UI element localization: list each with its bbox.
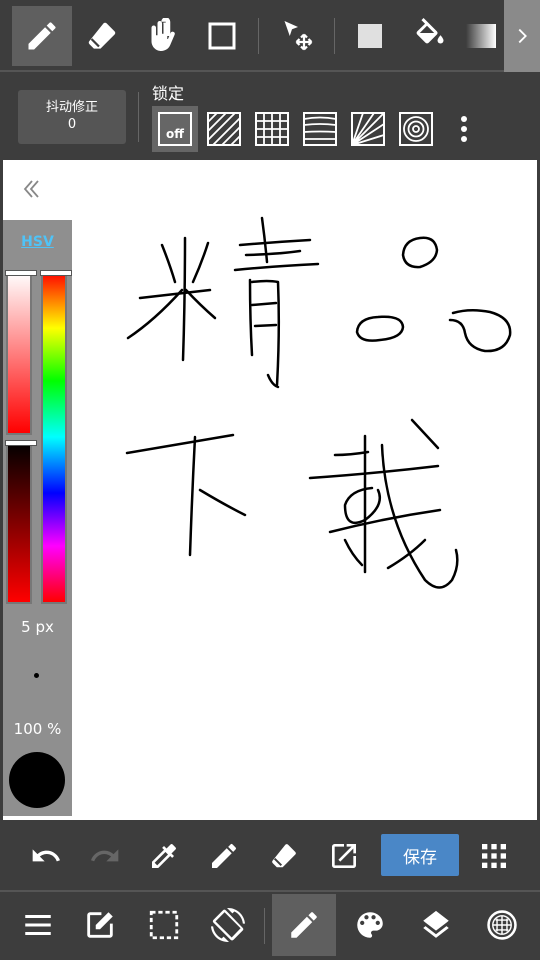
brush-size-label[interactable]: 5 px xyxy=(3,618,72,636)
brush-option-bar: 抖动修正 0 锁定 off xyxy=(0,74,540,160)
pen-icon xyxy=(212,843,237,868)
perspective-icon xyxy=(303,112,337,146)
rectangle-tool-button[interactable] xyxy=(192,6,252,66)
lock-off-button[interactable]: off xyxy=(152,106,198,152)
lock-off-icon: off xyxy=(158,112,192,146)
undo-icon xyxy=(32,849,60,862)
export-icon xyxy=(332,844,356,868)
screen-rotation-icon xyxy=(211,908,245,942)
more-options-button[interactable] xyxy=(450,106,478,152)
globe-grid-icon xyxy=(487,910,517,940)
eraser-icon xyxy=(272,844,296,868)
quick-eraser-button[interactable] xyxy=(262,834,306,878)
hand-drawn-strokes xyxy=(125,216,512,589)
menu-button[interactable] xyxy=(6,894,70,956)
hue-slider[interactable] xyxy=(40,270,72,604)
dashed-selection-icon xyxy=(149,910,179,940)
hand-icon xyxy=(151,18,175,51)
layers-button[interactable] xyxy=(404,894,468,956)
lock-parallel-lines-button[interactable] xyxy=(201,106,247,152)
eyedropper-icon xyxy=(152,844,176,868)
hand-tool-button[interactable] xyxy=(132,6,192,66)
radial-lines-icon xyxy=(351,112,385,146)
move-arrow-icon xyxy=(284,21,313,51)
lock-label: 锁定 xyxy=(152,84,185,103)
edit-button[interactable] xyxy=(68,894,132,956)
filled-square-icon xyxy=(358,24,382,48)
lock-grid-button[interactable] xyxy=(249,106,295,152)
parallel-lines-icon xyxy=(207,112,241,146)
selection-button[interactable] xyxy=(132,894,196,956)
concentric-circles-icon xyxy=(399,112,433,146)
redo-icon xyxy=(91,849,119,862)
more-vertical-icon xyxy=(461,116,467,142)
rotate-canvas-button[interactable] xyxy=(196,894,260,956)
apps-grid-button[interactable] xyxy=(472,834,516,878)
paint-bucket-icon xyxy=(416,18,444,44)
hamburger-menu-icon xyxy=(25,914,51,936)
option-separator xyxy=(138,92,139,142)
brush-panel-button[interactable] xyxy=(272,894,336,956)
lock-perspective-button[interactable] xyxy=(297,106,343,152)
chevron-right-icon xyxy=(518,28,527,44)
toolbar-separator xyxy=(334,18,335,54)
drawing-canvas[interactable] xyxy=(3,160,537,820)
saturation-slider[interactable] xyxy=(5,270,37,435)
brightness-slider[interactable] xyxy=(5,440,37,604)
edit-square-icon xyxy=(87,912,113,938)
grid-dots-icon xyxy=(482,844,506,868)
slider-handle[interactable] xyxy=(5,440,37,446)
stabilizer-value: 0 xyxy=(67,117,77,132)
lock-radial-button[interactable] xyxy=(345,106,391,152)
quick-pen-button[interactable] xyxy=(202,834,246,878)
top-toolbar xyxy=(0,0,540,72)
eyedropper-button[interactable] xyxy=(142,834,186,878)
pen-icon xyxy=(28,22,56,50)
opacity-label[interactable]: 100 % xyxy=(3,720,72,738)
stabilizer-label: 抖动修正 xyxy=(45,100,98,115)
eraser-tool-button[interactable] xyxy=(72,6,132,66)
nav-separator xyxy=(264,908,265,944)
gradient-tool-button[interactable] xyxy=(460,6,504,66)
undo-button[interactable] xyxy=(24,834,68,878)
slider-handle[interactable] xyxy=(5,270,37,276)
eraser-icon xyxy=(88,22,116,49)
slider-handle[interactable] xyxy=(40,270,72,276)
stabilizer-button[interactable]: 抖动修正 0 xyxy=(18,90,126,144)
current-color-swatch[interactable] xyxy=(9,752,65,808)
redo-button[interactable] xyxy=(83,834,127,878)
gradient-icon xyxy=(466,24,496,48)
material-button[interactable] xyxy=(470,894,534,956)
brush-size-preview xyxy=(34,673,39,678)
fill-color-tool-button[interactable] xyxy=(340,6,400,66)
color-panel: HSV 5 px 100 % xyxy=(3,220,72,816)
move-tool-button[interactable] xyxy=(268,6,328,66)
lock-concentric-button[interactable] xyxy=(393,106,439,152)
rectangle-select-icon xyxy=(208,22,236,50)
export-button[interactable] xyxy=(322,834,366,878)
bottom-navigation xyxy=(0,890,540,960)
action-bar: 保存 xyxy=(0,822,540,888)
color-palette-button[interactable] xyxy=(338,894,402,956)
bucket-tool-button[interactable] xyxy=(400,6,460,66)
app-root: 抖动修正 0 锁定 off HSV 5 px 100 % 保存 xyxy=(0,0,540,960)
pen-tool-button[interactable] xyxy=(12,6,72,66)
layers-icon xyxy=(423,910,449,938)
palette-icon xyxy=(357,912,383,938)
hsv-mode-tab[interactable]: HSV xyxy=(3,234,72,250)
save-button[interactable]: 保存 xyxy=(381,834,459,876)
toolbar-separator xyxy=(258,18,259,54)
toolbar-scroll-right-button[interactable] xyxy=(504,0,540,72)
pen-icon xyxy=(291,912,317,938)
grid-icon xyxy=(255,112,289,146)
